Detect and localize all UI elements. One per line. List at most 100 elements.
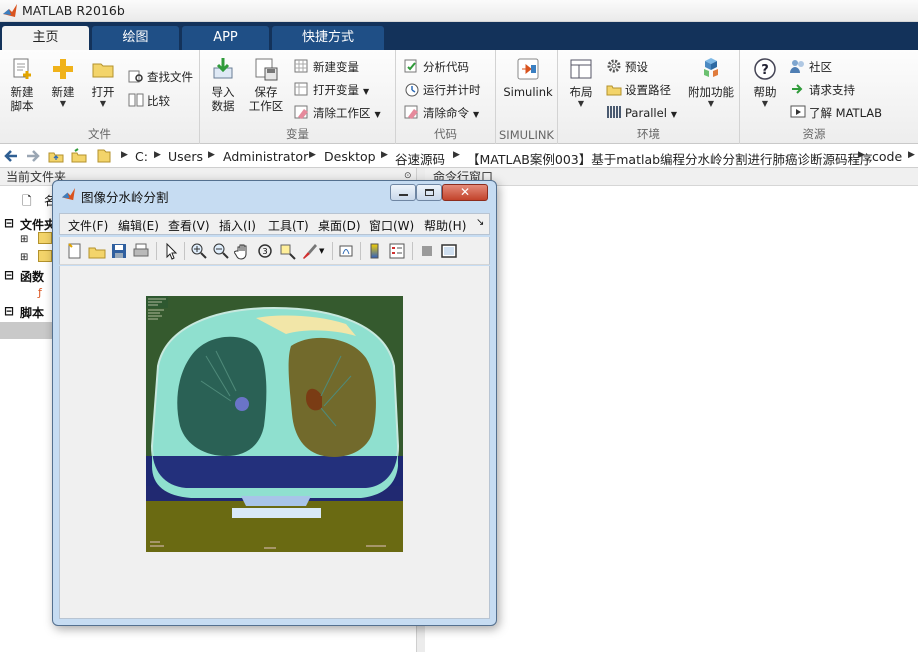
parallel-icon bbox=[607, 106, 621, 118]
chevron-down-icon: ▼ bbox=[670, 110, 678, 119]
menu-view[interactable]: 查看(V) bbox=[168, 217, 210, 234]
save-icon[interactable] bbox=[110, 242, 128, 260]
analyze-code-icon bbox=[404, 59, 417, 73]
path-segment-drive[interactable]: C: bbox=[135, 149, 148, 164]
save-workspace-button[interactable]: 保存 工作区 bbox=[246, 56, 286, 113]
command-window-header: 命令行窗口 bbox=[425, 168, 918, 186]
open-button[interactable]: 打开 ▼ bbox=[86, 56, 120, 109]
path-segment-desktop[interactable]: Desktop bbox=[324, 149, 376, 164]
zoom-in-icon[interactable] bbox=[190, 242, 208, 260]
pointer-icon[interactable] bbox=[162, 242, 180, 260]
folder-icon[interactable] bbox=[38, 250, 52, 262]
matlab-logo-icon bbox=[61, 187, 76, 201]
new-button[interactable]: 新建 ▼ bbox=[46, 56, 80, 109]
up-folder-icon[interactable] bbox=[48, 148, 64, 164]
figure-window: 图像分水岭分割 ✕ 文件(F) 编辑(E) 查看(V) 插入(I) 工具(T) … bbox=[52, 180, 497, 626]
forward-arrow-icon[interactable] bbox=[25, 148, 41, 164]
path-separator-icon: ▶ bbox=[154, 150, 161, 160]
path-separator-icon: ▶ bbox=[309, 150, 316, 160]
run-and-time-button[interactable]: 运行并计时 bbox=[404, 81, 481, 99]
new-script-button[interactable]: 新建 脚本 bbox=[6, 56, 38, 113]
simulink-icon bbox=[517, 58, 539, 80]
preferences-button[interactable]: 预设 bbox=[606, 58, 648, 76]
link-plot-icon[interactable] bbox=[338, 242, 356, 260]
figure-title-bar[interactable]: 图像分水岭分割 ✕ bbox=[53, 181, 496, 208]
new-figure-icon[interactable] bbox=[66, 242, 84, 260]
section-toggle-icon[interactable]: ⊟ bbox=[4, 268, 14, 282]
tab-home[interactable]: 主页 bbox=[2, 26, 89, 50]
addons-cubes-icon bbox=[704, 58, 718, 77]
open-variable-icon bbox=[294, 82, 308, 96]
clear-workspace-button[interactable]: 清除工作区 ▼ bbox=[294, 104, 381, 122]
title-bar: MATLAB R2016b bbox=[0, 0, 918, 22]
path-separator-icon: ▶ bbox=[453, 150, 460, 160]
layout-icon bbox=[570, 59, 592, 79]
path-segment-users[interactable]: Users bbox=[168, 149, 203, 164]
resources-group: ? 帮助 ▼ 社区 请求支持 了解 MATLAB 资源 bbox=[740, 50, 888, 144]
learn-matlab-button[interactable]: 了解 MATLAB bbox=[790, 104, 882, 122]
find-files-button[interactable]: 查找文件 bbox=[128, 68, 193, 86]
path-segment-administrator[interactable]: Administrator bbox=[223, 149, 308, 164]
folder-icon[interactable] bbox=[38, 232, 52, 244]
rotate-3d-icon[interactable]: 3 bbox=[256, 242, 274, 260]
request-support-button[interactable]: 请求支持 bbox=[790, 81, 855, 99]
hide-plot-tools-icon[interactable] bbox=[418, 242, 436, 260]
import-data-button[interactable]: 导入 数据 bbox=[206, 56, 240, 113]
menu-file[interactable]: 文件(F) bbox=[68, 217, 108, 234]
layout-button[interactable]: 布局 ▼ bbox=[564, 56, 598, 109]
simulink-button[interactable]: Simulink bbox=[502, 56, 554, 99]
minimize-button[interactable] bbox=[390, 184, 416, 201]
pan-hand-icon[interactable] bbox=[234, 242, 252, 260]
set-path-button[interactable]: 设置路径 bbox=[606, 81, 671, 99]
menu-help[interactable]: 帮助(H) bbox=[424, 217, 466, 234]
back-arrow-icon[interactable] bbox=[3, 148, 19, 164]
close-button[interactable]: ✕ bbox=[442, 184, 488, 201]
menu-tools[interactable]: 工具(T) bbox=[268, 217, 309, 234]
open-variable-button[interactable]: 打开变量 ▼ bbox=[294, 81, 369, 99]
expand-icon[interactable]: ⊞ bbox=[20, 252, 28, 263]
data-cursor-icon[interactable] bbox=[278, 242, 296, 260]
function-file-icon[interactable]: ƒ bbox=[38, 286, 42, 299]
path-segment-code[interactable]: code bbox=[872, 149, 902, 164]
new-variable-button[interactable]: 新建变量 bbox=[294, 58, 359, 76]
menu-edit[interactable]: 编辑(E) bbox=[118, 217, 159, 234]
run-time-icon bbox=[405, 83, 419, 97]
compare-button[interactable]: 比较 bbox=[128, 92, 170, 110]
show-plot-tools-icon[interactable] bbox=[440, 242, 458, 260]
brush-icon[interactable] bbox=[300, 242, 318, 260]
zoom-out-icon[interactable] bbox=[212, 242, 230, 260]
path-segment-project[interactable]: 【MATLAB案例003】基于matlab编程分水岭分割进行肺癌诊断源码程序 bbox=[467, 149, 873, 168]
legend-icon[interactable] bbox=[388, 242, 406, 260]
print-icon[interactable] bbox=[132, 242, 150, 260]
menu-overflow-icon[interactable]: ↘ bbox=[476, 217, 484, 228]
path-segment-source[interactable]: 谷速源码 bbox=[395, 149, 445, 168]
toolbar-separator bbox=[184, 242, 185, 260]
chevron-down-icon[interactable]: ▼ bbox=[319, 247, 324, 255]
help-button[interactable]: ? 帮助 ▼ bbox=[748, 56, 782, 109]
clear-commands-button[interactable]: 清除命令 ▼ bbox=[404, 104, 479, 122]
figure-canvas[interactable] bbox=[59, 266, 490, 619]
menu-window[interactable]: 窗口(W) bbox=[369, 217, 414, 234]
section-toggle-icon[interactable]: ⊟ bbox=[4, 304, 14, 318]
tab-apps[interactable]: APP bbox=[182, 26, 269, 50]
maximize-button[interactable] bbox=[416, 184, 442, 201]
menu-desktop[interactable]: 桌面(D) bbox=[318, 217, 361, 234]
tab-plots[interactable]: 绘图 bbox=[92, 26, 179, 50]
gear-icon bbox=[607, 59, 621, 73]
chevron-down-icon: ▼ bbox=[707, 99, 715, 108]
community-button[interactable]: 社区 bbox=[790, 58, 832, 76]
open-file-icon[interactable] bbox=[88, 242, 106, 260]
analyze-code-button[interactable]: 分析代码 bbox=[404, 58, 469, 76]
menu-insert[interactable]: 插入(I) bbox=[219, 217, 256, 234]
new-script-icon bbox=[13, 58, 31, 79]
browse-folder-icon[interactable] bbox=[71, 148, 87, 164]
colorbar-icon[interactable] bbox=[366, 242, 384, 260]
addons-button[interactable]: 附加功能 ▼ bbox=[686, 56, 736, 109]
expand-icon[interactable]: ⊞ bbox=[20, 234, 28, 245]
community-icon bbox=[790, 60, 804, 73]
section-toggle-icon[interactable]: ⊟ bbox=[4, 216, 14, 230]
root-folder-icon bbox=[97, 149, 111, 163]
tab-shortcuts[interactable]: 快捷方式 bbox=[272, 26, 384, 50]
app-title: MATLAB R2016b bbox=[22, 3, 125, 18]
parallel-button[interactable]: Parallel ▼ bbox=[606, 104, 677, 122]
